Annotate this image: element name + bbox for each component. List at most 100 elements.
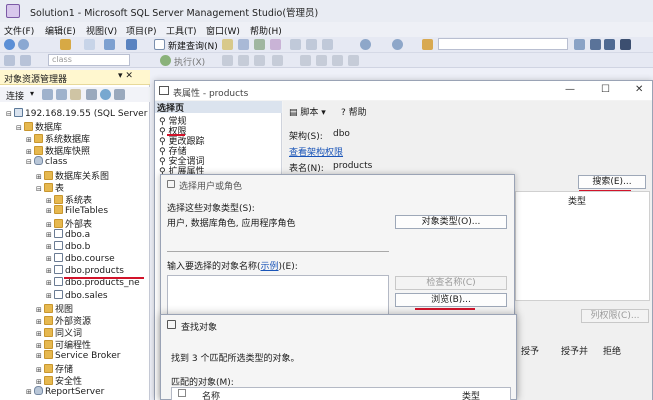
execute-button[interactable]: 执行(X) [174,55,205,68]
cut-icon[interactable] [290,39,301,50]
connect-dropdown[interactable]: 连接 [6,89,24,102]
collapse-icon[interactable]: ⊟ [36,185,44,193]
indent-icon[interactable] [348,55,359,66]
expand-icon[interactable]: ⊞ [46,255,54,263]
redo-icon[interactable] [392,39,403,50]
expand-icon[interactable]: ⊞ [46,197,54,205]
matched-objects-list[interactable]: 名称 类型 [171,387,511,400]
expand-icon[interactable]: ⊞ [46,207,54,215]
tree-node[interactable]: ⊞ 系统表 [46,193,92,206]
tree-node[interactable]: ⊞ dbo.products [46,265,124,277]
display-plan-icon[interactable] [254,55,265,66]
pin-icon[interactable]: ▾ ✕ [118,71,133,81]
tree-node[interactable]: ⊞ 数据库快照 [26,144,90,157]
paste-icon[interactable] [322,39,333,50]
expand-icon[interactable]: ⊞ [36,352,44,360]
new-project-icon[interactable] [60,39,71,50]
expand-icon[interactable]: ⊞ [36,342,44,350]
uncomment-icon[interactable] [332,55,343,66]
tree-node[interactable]: ⊞ 视图 [36,302,73,315]
tree-node[interactable]: ⊞ dbo.products_ne [46,277,140,289]
menu-tools[interactable]: 工具(T) [166,24,197,37]
menu-help[interactable]: 帮助(H) [250,24,282,37]
menu-view[interactable]: 视图(V) [86,24,117,37]
maximize-icon[interactable]: ☐ [601,84,610,95]
search-button[interactable]: 搜索(E)... [578,175,646,189]
db-engine-query-icon[interactable] [222,39,233,50]
connect-icon[interactable] [4,55,15,66]
mdx-query-icon[interactable] [238,39,249,50]
expand-icon[interactable]: ⊞ [46,279,54,287]
expand-icon[interactable]: ⊞ [36,366,44,374]
column-permissions-button[interactable]: 列权限(C)... [581,309,649,323]
query-options-icon[interactable] [272,55,283,66]
expand-icon[interactable]: ⊞ [46,267,54,275]
new-query-button[interactable]: 新建查询(N) [168,39,218,52]
tree-node[interactable]: ⊞ 存储 [36,362,73,375]
check-syntax-icon[interactable] [238,55,249,66]
tree-node[interactable]: ⊞ Service Broker [36,350,120,362]
collapse-icon[interactable]: ⊟ [6,110,14,118]
dmx-query-icon[interactable] [254,39,265,50]
properties-icon[interactable] [604,39,615,50]
minimize-icon[interactable]: — [565,84,575,95]
connect-dropdown-arrow[interactable]: ▾ [30,89,34,98]
search-combo[interactable] [438,38,568,50]
debug-target-icon[interactable] [422,39,433,50]
connect-object-icon[interactable] [42,89,53,100]
menu-project[interactable]: 项目(P) [126,24,156,37]
tree-node[interactable]: ⊟ 192.168.19.55 (SQL Server [6,108,147,120]
tree-node[interactable]: ⊞ 安全性 [36,374,82,387]
debug-icon[interactable] [222,55,233,66]
tree-node[interactable]: ⊞ dbo.a [46,229,90,241]
tree-node[interactable]: ⊞ ReportServer [26,386,104,398]
find-icon[interactable] [574,39,585,50]
expand-icon[interactable]: ⊞ [26,136,34,144]
menu-file[interactable]: 文件(F) [4,24,34,37]
close-icon[interactable]: ✕ [635,84,643,95]
expand-icon[interactable]: ⊞ [36,378,44,386]
users-roles-list[interactable]: 类型 [515,191,650,301]
open-file-icon[interactable] [84,39,95,50]
save-all-icon[interactable] [126,39,137,50]
tree-node[interactable]: ⊞ dbo.b [46,241,90,253]
tree-node[interactable]: ⊞ 数据库关系图 [36,169,109,182]
undo-icon[interactable] [360,39,371,50]
menu-edit[interactable]: 编辑(E) [45,24,76,37]
tree-node[interactable]: ⊞ 外部表 [46,217,92,230]
expand-icon[interactable]: ⊞ [46,231,54,239]
forward-icon[interactable] [18,39,29,50]
execute-icon[interactable] [160,55,171,66]
menu-window[interactable]: 窗口(W) [206,24,240,37]
stop-icon[interactable] [70,89,81,100]
expand-icon[interactable]: ⊞ [36,306,44,314]
comment-icon[interactable] [316,55,327,66]
tree-node[interactable]: ⊟ class [26,156,67,168]
results-grid-icon[interactable] [300,55,311,66]
object-types-button[interactable]: 对象类型(O)... [395,215,507,229]
collapse-icon[interactable]: ⊟ [26,158,34,166]
select-all-checkbox[interactable] [178,389,186,397]
expand-icon[interactable]: ⊞ [46,292,54,300]
expand-icon[interactable]: ⊞ [26,388,34,396]
check-names-button[interactable]: 检查名称(C) [395,276,507,290]
tree-node[interactable]: ⊞ dbo.course [46,253,115,265]
tree-node[interactable]: ⊟ 数据库 [16,120,62,133]
disconnect-object-icon[interactable] [56,89,67,100]
xmla-query-icon[interactable] [270,39,281,50]
tree-node[interactable]: ⊞ 外部资源 [36,314,91,327]
tree-node[interactable]: ⊞ dbo.sales [46,289,108,302]
expand-icon[interactable]: ⊞ [26,148,34,156]
save-icon[interactable] [104,39,115,50]
disconnect-icon[interactable] [20,55,31,66]
tree-node[interactable]: ⊞ 可编程性 [36,338,91,351]
expand-icon[interactable]: ⊞ [46,221,54,229]
expand-icon[interactable]: ⊞ [46,243,54,251]
tools-wrench-icon[interactable] [590,39,601,50]
view-schema-permissions-link[interactable]: 查看架构权限 [289,145,343,158]
tree-node[interactable]: ⊟ 表 [36,181,64,194]
tree-node[interactable]: ⊞ FileTables [46,204,108,217]
command-window-icon[interactable] [620,39,631,50]
copy-icon[interactable] [306,39,317,50]
script-button[interactable]: ▤ 脚本 ▾ [289,105,326,118]
